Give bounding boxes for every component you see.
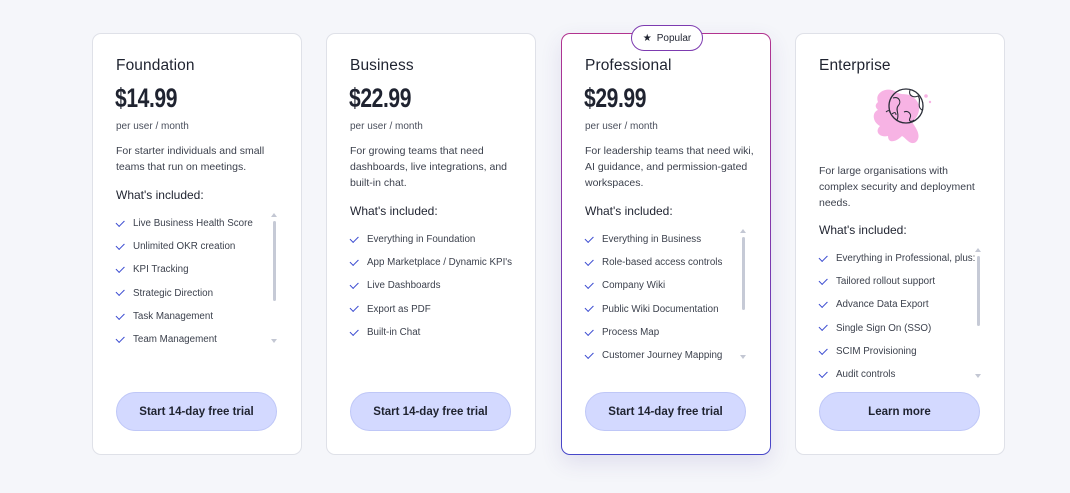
scrollbar-thumb[interactable] [272,221,276,301]
check-icon [584,233,594,243]
check-icon [584,280,594,289]
feature-item: App Marketplace / Dynamic KPI's [349,251,512,274]
check-icon [115,310,125,320]
price-period: per user / month [350,121,423,132]
start-trial-button[interactable]: Start 14-day free trial [585,392,746,431]
check-icon [818,299,828,308]
star-icon: ★ [642,32,652,44]
check-icon [818,368,828,378]
globe-blob-illustration [873,88,932,144]
feature-item: Everything in Professional, plus: [818,247,979,270]
check-icon [349,280,359,289]
check-icon [349,233,359,243]
price-period: per user / month [585,121,658,132]
feature-item: Built-in Chat [349,321,510,344]
feature-list[interactable]: Everything in Professional, plus: Tailor… [818,247,979,386]
feature-item: Task Management [115,305,276,328]
feature-item: Audit controls [818,363,979,386]
popular-badge: ★ Popular [631,25,703,51]
plan-price: $14.99 [115,83,178,113]
feature-item: Everything in Business [584,228,745,251]
feature-item: Customer Journey Mapping [584,344,745,367]
feature-item: Team Management [115,328,276,351]
check-icon [584,303,594,313]
included-heading: What's included: [819,223,907,237]
feature-item: Live Business Health Score [115,212,276,235]
plan-title: Foundation [116,57,195,74]
check-icon [115,240,125,250]
check-icon [349,326,359,336]
plan-description: For growing teams that need dashboards, … [350,145,508,189]
feature-item: Process Map [584,321,745,344]
check-icon [115,264,125,273]
plan-description: For large organisations with complex sec… [819,165,975,209]
scroll-down-arrow[interactable] [740,355,746,359]
plan-title: Enterprise [819,57,891,74]
feature-list[interactable]: Live Business Health Score Unlimited OKR… [115,212,276,351]
plan-card-professional: ★ Popular Professional $29.99 per user /… [561,25,771,455]
plan-card-enterprise: Enterprise For large organisations with … [795,33,1005,455]
check-icon [584,326,594,336]
check-icon [115,333,125,343]
included-heading: What's included: [585,204,673,218]
check-icon [115,287,125,297]
included-heading: What's included: [116,188,204,202]
check-icon [349,303,359,313]
plan-title: Business [350,57,414,74]
plan-title: Professional [585,57,672,74]
feature-item: KPI Tracking [115,258,276,281]
check-icon [818,345,828,355]
feature-item: SCIM Provisioning [818,340,979,363]
feature-item: Tailored rollout support [818,270,979,293]
check-icon [115,217,125,227]
start-trial-button[interactable]: Start 14-day free trial [350,392,511,431]
feature-list: Everything in Foundation App Marketplace… [349,228,512,344]
feature-item: Single Sign On (SSO) [818,317,979,340]
scroll-down-arrow[interactable] [975,374,981,378]
feature-item: Role-based access controls [584,251,745,274]
start-trial-button[interactable]: Start 14-day free trial [116,392,277,431]
scroll-down-arrow[interactable] [271,339,277,343]
check-icon [584,256,594,266]
plan-description: For leadership teams that need wiki, AI … [585,145,754,189]
feature-item: Advance Data Export [818,293,979,316]
plan-price: $29.99 [584,83,647,113]
feature-item: Unlimited OKR creation [115,235,276,258]
plan-card-foundation: Foundation $14.99 per user / month For s… [92,33,302,455]
feature-item: Live Dashboards [349,274,510,297]
scroll-up-arrow[interactable] [975,248,981,252]
included-heading: What's included: [350,204,438,218]
learn-more-button[interactable]: Learn more [819,392,980,431]
check-icon [818,275,828,285]
check-icon [349,256,359,266]
feature-item: Everything in Foundation [349,228,510,251]
check-icon [818,252,828,262]
plan-price: $22.99 [349,83,412,113]
price-period: per user / month [116,121,189,132]
plan-description: For starter individuals and small teams … [116,145,265,173]
scrollbar-thumb[interactable] [741,237,745,310]
scrollbar-thumb[interactable] [976,256,980,326]
feature-list[interactable]: Everything in Business Role-based access… [584,228,745,367]
feature-item: Company Wiki [584,274,745,297]
feature-item: Strategic Direction [115,282,276,305]
plan-card-business: Business $22.99 per user / month For gro… [326,33,536,455]
scroll-up-arrow[interactable] [271,213,277,217]
check-icon [584,349,594,359]
feature-item: Export as PDF [349,298,510,321]
check-icon [818,322,828,332]
scroll-up-arrow[interactable] [740,229,746,233]
feature-item: Public Wiki Documentation [584,298,745,321]
